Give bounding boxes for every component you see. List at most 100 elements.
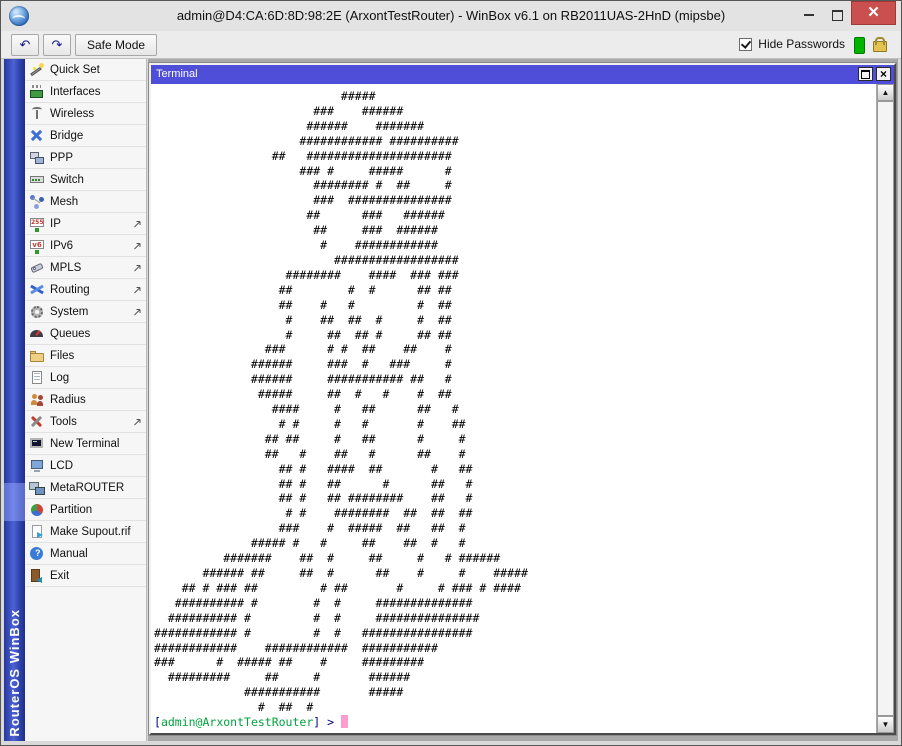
terminal-scrollbar[interactable]: ▲ ▼ (876, 84, 894, 733)
terminal-art-line: ### ############### (154, 193, 876, 208)
sidebar-item-exit[interactable]: Exit (25, 565, 146, 587)
terminal-art-line: ##### ## # # # ## (154, 387, 876, 402)
maximize-button[interactable] (824, 5, 850, 25)
terminal-art-line: ###### ### # ### # (154, 357, 876, 372)
sidebar-item-ip[interactable]: IP (25, 213, 146, 235)
network-card-icon (29, 84, 45, 100)
sidebar-item-label: Bridge (50, 130, 83, 142)
terminal-art-line: ##### # # ## ## # # (154, 536, 876, 551)
routeros-winbox-label: RouterOS WinBox (7, 609, 22, 737)
close-button[interactable]: ✕ (851, 1, 896, 25)
sidebar-item-bridge[interactable]: Bridge (25, 125, 146, 147)
sidebar-item-mpls[interactable]: MPLS (25, 257, 146, 279)
minimize-icon (804, 14, 814, 16)
antenna-icon (29, 106, 45, 122)
redo-button[interactable]: ↷ (43, 34, 71, 56)
sidebar-item-label: IP (50, 218, 61, 230)
sidebar-item-label: PPP (50, 152, 73, 164)
close-icon: ✕ (867, 3, 880, 23)
terminal-art-line: ## # ## ######## ## # (154, 491, 876, 506)
terminal-art-line: ############ ############ ########### (154, 641, 876, 656)
sidebar-item-system[interactable]: System (25, 301, 146, 323)
submenu-arrow-icon (133, 219, 142, 228)
sidebar-item-wireless[interactable]: Wireless (25, 103, 146, 125)
scroll-up-button[interactable]: ▲ (877, 84, 894, 101)
sidebar-item-label: Partition (50, 504, 92, 516)
terminal-art-line: ## ### ###### (154, 223, 876, 238)
terminal-maximize-button[interactable] (858, 67, 873, 81)
sidebar-item-label: MetaROUTER (50, 482, 124, 494)
terminal-cursor[interactable] (341, 715, 348, 728)
sidebar-item-label: Tools (50, 416, 77, 428)
main-content: RouterOS WinBox Quick SetInterfacesWirel… (1, 59, 901, 745)
terminal-title-bar[interactable]: Terminal (151, 65, 894, 84)
supout-doc-icon (29, 524, 45, 540)
sidebar-item-tools[interactable]: Tools (25, 411, 146, 433)
mdi-area: Terminal × ##### ### ###### ###### #####… (148, 59, 898, 741)
terminal-art-line: ######## #### ### ### (154, 268, 876, 283)
radius-users-icon (29, 392, 45, 408)
sidebar-item-queues[interactable]: Queues (25, 323, 146, 345)
scrollbar-thumb[interactable] (877, 101, 894, 716)
sidebar-item-interfaces[interactable]: Interfaces (25, 81, 146, 103)
sidebar-item-label: Switch (50, 174, 84, 186)
sidebar-item-mesh[interactable]: Mesh (25, 191, 146, 213)
sidebar-item-ppp[interactable]: PPP (25, 147, 146, 169)
terminal-art-line: ######## # ## # (154, 178, 876, 193)
hide-passwords-control[interactable]: Hide Passwords (739, 37, 845, 51)
ipv6-icon (29, 238, 45, 254)
terminal-art-line: # ############ (154, 238, 876, 253)
sidebar-item-ipv6[interactable]: IPv6 (25, 235, 146, 257)
terminal-art-line: ############ ########## (154, 134, 876, 149)
undo-button[interactable]: ↶ (11, 34, 39, 56)
sidebar-item-log[interactable]: Log (25, 367, 146, 389)
sidebar-item-files[interactable]: Files (25, 345, 146, 367)
terminal-art-line: ####### ## # ## # # ###### (154, 551, 876, 566)
sidebar-item-label: System (50, 306, 88, 318)
redo-icon: ↷ (52, 37, 63, 53)
sidebar-item-make-supout-rif[interactable]: Make Supout.rif (25, 521, 146, 543)
submenu-arrow-icon (133, 417, 142, 426)
question-mark-icon (29, 546, 45, 562)
connection-status-indicator (854, 37, 865, 54)
sidebar-item-label: Queues (50, 328, 90, 340)
terminal-prompt: [admin@ArxontTestRouter] > (154, 715, 876, 730)
terminal-art-line: ############ # # # ################ (154, 626, 876, 641)
terminal-art-line: #### # ## ## # (154, 402, 876, 417)
terminal-art-line: ## # ### ## # ## # # ### # #### (154, 581, 876, 596)
bridge-arrows-icon (29, 128, 45, 144)
terminal-art-line: ### # ##### ## # ######### (154, 655, 876, 670)
sidebar-item-manual[interactable]: Manual (25, 543, 146, 565)
sidebar-item-label: MPLS (50, 262, 81, 274)
terminal-art-line: ###### ## ## # ## # # ##### (154, 566, 876, 581)
routing-arrows-icon (29, 282, 45, 298)
metarouter-monitors-icon (29, 480, 45, 496)
terminal-output[interactable]: ##### ### ###### ###### ####### ########… (151, 84, 876, 733)
sidebar-item-new-terminal[interactable]: New Terminal (25, 433, 146, 455)
hide-passwords-checkbox[interactable] (739, 38, 752, 51)
sidebar-item-label: IPv6 (50, 240, 73, 252)
sidebar-item-routing[interactable]: Routing (25, 279, 146, 301)
scroll-down-button[interactable]: ▼ (877, 716, 894, 733)
switch-icon (29, 172, 45, 188)
terminal-screen-icon (29, 436, 45, 452)
sidebar-item-quick-set[interactable]: Quick Set (25, 59, 146, 81)
sidebar-item-label: Manual (50, 548, 88, 560)
minimize-button[interactable] (796, 5, 822, 25)
sidebar-item-metarouter[interactable]: MetaROUTER (25, 477, 146, 499)
log-paper-icon (29, 370, 45, 386)
sidebar-item-radius[interactable]: Radius (25, 389, 146, 411)
sidebar-item-partition[interactable]: Partition (25, 499, 146, 521)
terminal-art-line: ## # ## # ## # (154, 477, 876, 492)
wand-icon (29, 62, 45, 78)
terminal-close-button[interactable]: × (876, 67, 891, 81)
sidebar-item-switch[interactable]: Switch (25, 169, 146, 191)
terminal-art-line: ########### ##### (154, 685, 876, 700)
safe-mode-button[interactable]: Safe Mode (75, 34, 157, 56)
sidebar-item-lcd[interactable]: LCD (25, 455, 146, 477)
terminal-art-line: ## # # ## ## (154, 283, 876, 298)
undo-icon: ↶ (20, 37, 31, 53)
gauge-icon (29, 326, 45, 342)
terminal-art-line: ## ## # ## # # (154, 432, 876, 447)
terminal-art-line: ###### ####### (154, 119, 876, 134)
